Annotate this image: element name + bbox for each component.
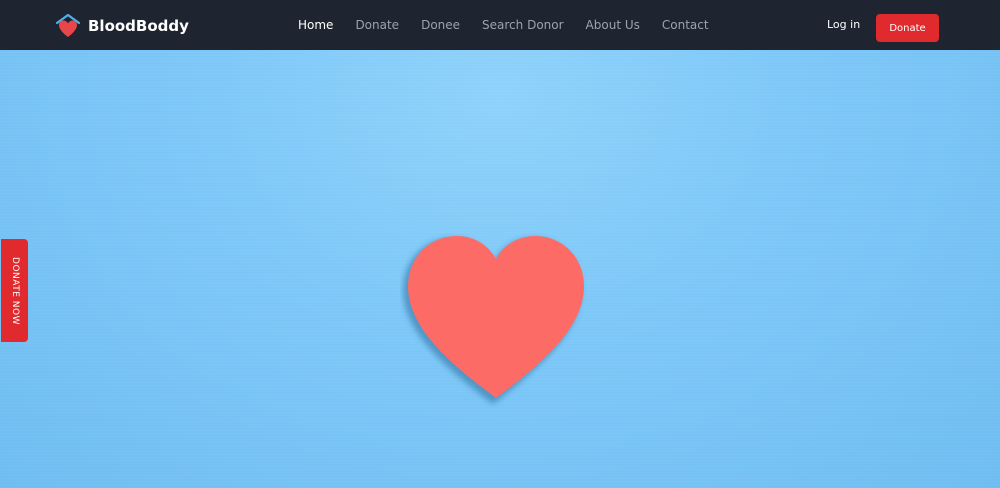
brand-name: BloodBoddy: [88, 17, 189, 35]
nav-item-home[interactable]: Home: [298, 18, 333, 32]
nav-item-contact[interactable]: Contact: [662, 18, 709, 32]
page: BloodBoddy Home Donate Donee Search Dono…: [0, 0, 1000, 488]
nav-item-donate[interactable]: Donate: [355, 18, 399, 32]
nav-item-search-donor[interactable]: Search Donor: [482, 18, 564, 32]
hero-banner: [0, 50, 1000, 488]
donate-now-tab[interactable]: DONATE NOW: [1, 239, 28, 342]
main-nav: Home Donate Donee Search Donor About Us …: [298, 0, 731, 50]
heart-illustration: [403, 236, 584, 404]
navbar: BloodBoddy Home Donate Donee Search Dono…: [0, 0, 1000, 50]
donate-button[interactable]: Donate: [876, 14, 939, 42]
nav-item-about-us[interactable]: About Us: [586, 18, 640, 32]
donate-now-label: DONATE NOW: [9, 256, 20, 325]
nav-item-donee[interactable]: Donee: [421, 18, 460, 32]
heart-house-icon: [56, 13, 80, 37]
login-link[interactable]: Log in: [827, 18, 860, 31]
brand-link[interactable]: BloodBoddy: [56, 12, 189, 40]
